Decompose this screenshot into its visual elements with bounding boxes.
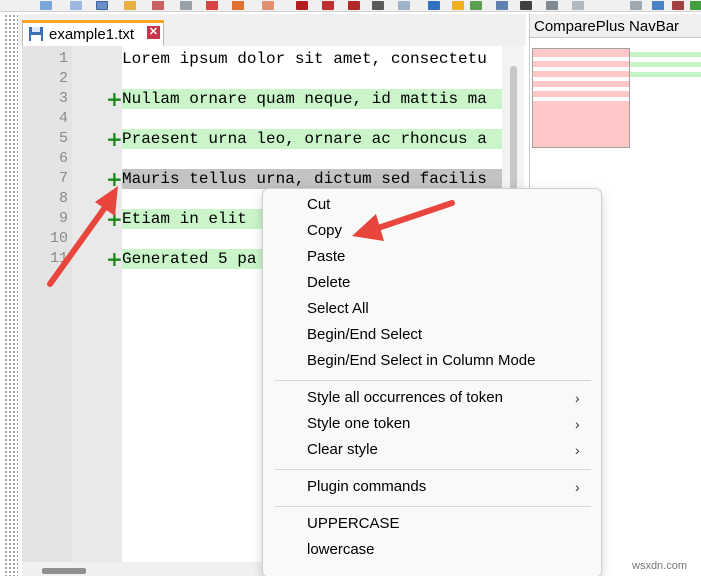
toolbar-icon[interactable]	[652, 1, 664, 10]
scrollbar-thumb[interactable]	[42, 568, 86, 574]
menu-item-copy[interactable]: Copy	[307, 219, 342, 243]
menu-item-cut[interactable]: Cut	[307, 193, 330, 217]
navbar-stripe	[533, 57, 629, 61]
fold-margin	[72, 46, 94, 562]
toolbar-icon[interactable]	[572, 1, 584, 10]
code-line[interactable]	[122, 149, 502, 169]
line-number: 11	[49, 250, 68, 267]
toolbar-icon[interactable]	[452, 1, 464, 10]
chevron-right-icon: ›	[575, 442, 580, 458]
toolbar-icon[interactable]	[546, 1, 558, 10]
toolbar-icon[interactable]	[70, 1, 82, 10]
toolbar-icon[interactable]	[152, 1, 164, 10]
menu-item-style-all-occurrences-of-token[interactable]: Style all occurrences of token	[307, 386, 503, 410]
navbar-title: ComparePlus NavBar	[534, 18, 680, 35]
toolbar-icon[interactable]	[630, 1, 642, 10]
menu-item-style-one-token[interactable]: Style one token	[307, 412, 410, 436]
navbar-stripe	[630, 72, 701, 77]
navbar-left-minimap[interactable]	[532, 48, 630, 148]
navbar-stripe	[533, 77, 629, 81]
added-line-marker-icon: +	[106, 247, 123, 271]
code-line[interactable]: Lorem ipsum dolor sit amet, consectetu	[122, 49, 502, 69]
chevron-right-icon: ›	[575, 416, 580, 432]
toolbar-icon[interactable]	[180, 1, 192, 10]
tab-example1[interactable]: example1.txt ✕	[22, 20, 164, 46]
toolbar-icon[interactable]	[296, 1, 308, 10]
tab-label: example1.txt	[49, 26, 135, 43]
line-number: 4	[58, 110, 68, 127]
toolbar-icon[interactable]	[428, 1, 440, 10]
close-icon[interactable]: ✕	[147, 26, 160, 39]
toolbar-icon[interactable]	[262, 1, 274, 10]
navbar-stripe	[630, 62, 701, 67]
toolbar-icon[interactable]	[690, 1, 701, 10]
line-number: 1	[58, 50, 68, 67]
menu-item-begin-end-select-in-column-mode[interactable]: Begin/End Select in Column Mode	[307, 349, 535, 373]
panel-gripper[interactable]	[4, 14, 18, 576]
line-number: 3	[58, 90, 68, 107]
marker-margin	[94, 46, 122, 562]
toolbar-icon[interactable]	[470, 1, 482, 10]
menu-item-delete[interactable]: Delete	[307, 271, 350, 295]
menu-item-begin-end-select[interactable]: Begin/End Select	[307, 323, 422, 347]
line-number: 7	[58, 170, 68, 187]
toolbar-icon[interactable]	[206, 1, 218, 10]
tab-bar: example1.txt ✕	[18, 14, 526, 46]
toolbar-icon[interactable]	[232, 1, 244, 10]
added-line-marker-icon: +	[106, 207, 123, 231]
menu-item-clear-style[interactable]: Clear style	[307, 438, 378, 462]
line-number: 10	[49, 230, 68, 247]
code-line[interactable]	[122, 109, 502, 129]
menu-separator	[275, 380, 591, 381]
line-number-margin: 1 2 3 4 5 6 7 8 9 10 11	[22, 46, 72, 562]
code-line[interactable]: Praesent urna leo, ornare ac rhoncus a	[122, 129, 502, 149]
menu-separator	[275, 506, 591, 507]
chevron-right-icon: ›	[575, 479, 580, 495]
toolbar-icon[interactable]	[496, 1, 508, 10]
toolbar-icon[interactable]	[520, 1, 532, 10]
toolbar-icon[interactable]	[124, 1, 136, 10]
navbar-header: ComparePlus NavBar	[530, 14, 701, 38]
toolbar-icon[interactable]	[348, 1, 360, 10]
toolbar-icon[interactable]	[96, 1, 108, 10]
line-number: 5	[58, 130, 68, 147]
navbar-stripe	[533, 87, 629, 91]
save-icon	[29, 27, 43, 41]
navbar-right-minimap[interactable]	[630, 48, 701, 88]
line-number: 6	[58, 150, 68, 167]
menu-item-paste[interactable]: Paste	[307, 245, 345, 269]
code-line[interactable]: Nullam ornare quam neque, id mattis ma	[122, 89, 502, 109]
navbar-stripe	[533, 97, 629, 101]
added-line-marker-icon: +	[106, 127, 123, 151]
watermark: wsxdn.com	[632, 560, 688, 572]
menu-item-uppercase[interactable]: UPPERCASE	[307, 512, 400, 536]
line-number: 2	[58, 70, 68, 87]
toolbar-icon[interactable]	[398, 1, 410, 10]
navbar-stripe	[630, 52, 701, 57]
toolbar-icon[interactable]	[672, 1, 684, 10]
line-number: 8	[58, 190, 68, 207]
menu-item-plugin-commands[interactable]: Plugin commands	[307, 475, 426, 499]
added-line-marker-icon: +	[106, 167, 123, 191]
added-line-marker-icon: +	[106, 87, 123, 111]
context-menu: Cut Copy Paste Delete Select All Begin/End Se…	[262, 188, 602, 576]
code-line[interactable]	[122, 69, 502, 89]
toolbar-icon[interactable]	[372, 1, 384, 10]
menu-item-lowercase[interactable]: lowercase	[307, 538, 375, 562]
menu-separator	[275, 469, 591, 470]
navbar-stripe	[533, 67, 629, 71]
toolbar-icon[interactable]	[40, 1, 52, 10]
toolbar-icon[interactable]	[322, 1, 334, 10]
menu-item-select-all[interactable]: Select All	[307, 297, 369, 321]
toolbar	[0, 0, 701, 12]
line-number: 9	[58, 210, 68, 227]
code-line[interactable]: Mauris tellus urna, dictum sed facilis	[122, 169, 502, 189]
chevron-right-icon: ›	[575, 390, 580, 406]
